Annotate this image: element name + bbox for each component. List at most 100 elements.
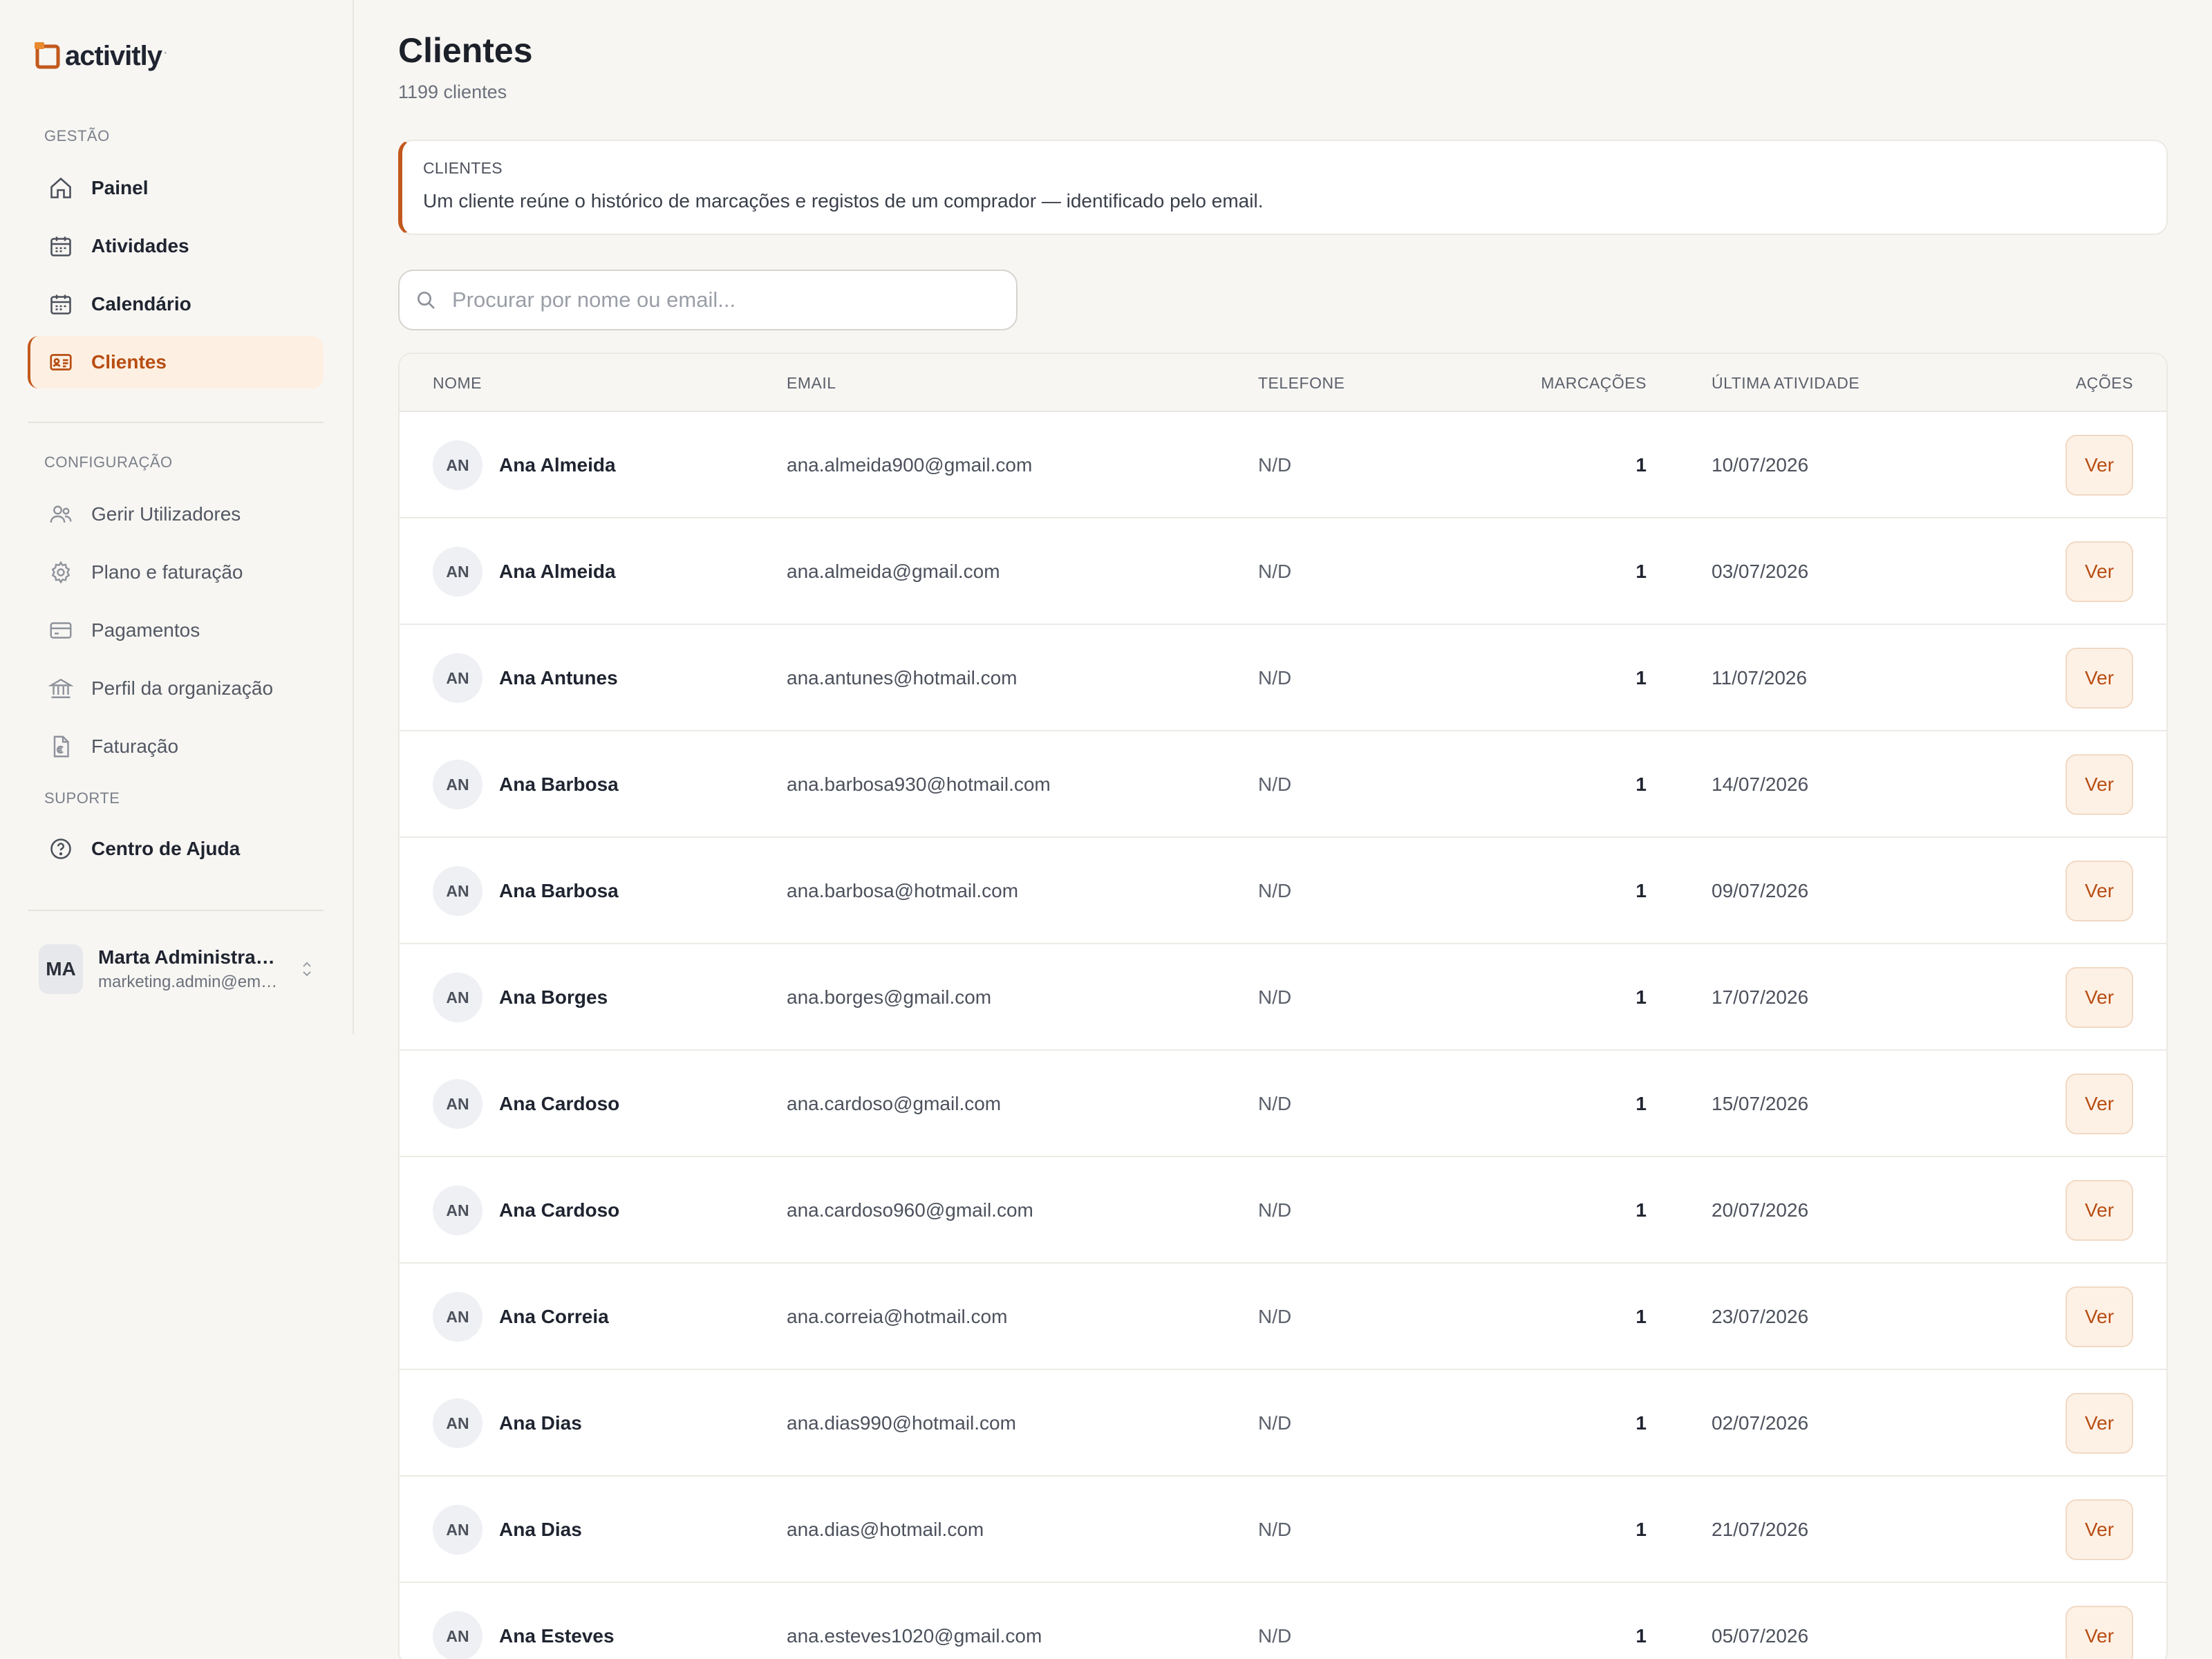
user-info: Marta Administradora marketing.admin@emp… — [98, 946, 278, 992]
actions-cell: Ver — [2065, 412, 2133, 518]
avatar: AN — [433, 760, 482, 809]
client-name: Ana Almeida — [499, 454, 616, 476]
id-card-icon — [47, 348, 75, 376]
search-input[interactable] — [452, 288, 1005, 312]
view-client-button[interactable]: Ver — [2065, 1499, 2133, 1560]
client-email: ana.cardoso@gmail.com — [787, 1093, 1002, 1114]
search-box[interactable] — [398, 270, 1018, 330]
client-last-activity: 05/07/2026 — [1712, 1625, 1809, 1647]
sidebar: activitly · GESTÃO Painel Atividades Cal… — [0, 0, 354, 1034]
brand-logo[interactable]: activitly · — [33, 39, 168, 73]
sidebar-item-label: Gerir Utilizadores — [91, 503, 241, 525]
view-client-button[interactable]: Ver — [2065, 1286, 2133, 1347]
calendar-icon — [47, 290, 75, 318]
sidebar-item-perfil-organizacao[interactable]: Perfil da organização — [28, 662, 324, 715]
client-phone: N/D — [1258, 561, 1292, 582]
table-row[interactable]: AN Ana Dias ana.dias990@hotmail.com N/D 1 02/… — [400, 1370, 2166, 1477]
table-row[interactable]: AN Ana Cardoso ana.cardoso@gmail.com N/D 1 15… — [400, 1051, 2166, 1157]
user-menu[interactable]: MA Marta Administradora marketing.admin@… — [39, 944, 315, 994]
client-email: ana.barbosa@hotmail.com — [787, 880, 1019, 901]
view-client-button[interactable]: Ver — [2065, 1074, 2133, 1134]
actions-cell: Ver — [2065, 625, 2133, 731]
client-name-cell: AN Ana Almeida — [433, 412, 616, 518]
column-header-phone[interactable]: TELEFONE — [1258, 354, 1344, 412]
view-client-button[interactable]: Ver — [2065, 1180, 2133, 1241]
client-bookings: 1 — [1635, 774, 1647, 795]
user-name: Marta Administradora — [98, 946, 278, 968]
client-name-cell: AN Ana Dias — [433, 1477, 582, 1583]
sidebar-item-pagamentos[interactable]: Pagamentos — [28, 604, 324, 657]
sidebar-item-atividades[interactable]: Atividades — [28, 220, 324, 272]
avatar: MA — [39, 944, 83, 994]
actions-cell: Ver — [2065, 838, 2133, 944]
client-phone: N/D — [1258, 774, 1292, 795]
view-client-button[interactable]: Ver — [2065, 967, 2133, 1028]
sidebar-item-calendario[interactable]: Calendário — [28, 278, 324, 330]
column-header-last-activity[interactable]: ÚLTIMA ATIVIDADE — [1712, 354, 1859, 412]
chevron-up-down-icon — [299, 958, 315, 980]
client-name: Ana Borges — [499, 986, 608, 1008]
sidebar-divider — [28, 422, 324, 423]
view-client-button[interactable]: Ver — [2065, 754, 2133, 815]
sidebar-item-label: Calendário — [91, 293, 191, 315]
table-row[interactable]: AN Ana Antunes ana.antunes@hotmail.com N/D 1… — [400, 625, 2166, 731]
logo-mark-icon — [33, 41, 61, 71]
table-row[interactable]: AN Ana Cardoso ana.cardoso960@gmail.com N/D… — [400, 1157, 2166, 1264]
client-bookings: 1 — [1635, 986, 1647, 1008]
sidebar-item-clientes[interactable]: Clientes — [28, 336, 324, 388]
actions-cell: Ver — [2065, 944, 2133, 1051]
view-client-button[interactable]: Ver — [2065, 861, 2133, 921]
client-name: Ana Barbosa — [499, 880, 619, 901]
brand-name: activitly — [65, 40, 162, 71]
page-title: Clientes — [398, 31, 533, 70]
home-icon — [47, 174, 75, 202]
sidebar-item-label: Centro de Ajuda — [91, 838, 241, 859]
client-phone: N/D — [1258, 880, 1292, 901]
client-last-activity: 10/07/2026 — [1712, 454, 1809, 476]
sidebar-item-faturacao[interactable]: Faturação — [28, 720, 324, 773]
table-row[interactable]: AN Ana Barbosa ana.barbosa@hotmail.com N/D 1… — [400, 838, 2166, 944]
sidebar-item-painel[interactable]: Painel — [28, 162, 324, 214]
table-row[interactable]: AN Ana Dias ana.dias@hotmail.com N/D 1 21/07/… — [400, 1477, 2166, 1583]
sidebar-item-plano-faturacao[interactable]: Plano e faturação — [28, 546, 324, 599]
client-email: ana.esteves1020@gmail.com — [787, 1625, 1042, 1647]
table-row[interactable]: AN Ana Correia ana.correia@hotmail.com N/D 1… — [400, 1264, 2166, 1370]
client-email: ana.cardoso960@gmail.com — [787, 1199, 1033, 1221]
column-header-email[interactable]: EMAIL — [787, 354, 836, 412]
view-client-button[interactable]: Ver — [2065, 541, 2133, 602]
table-row[interactable]: AN Ana Almeida ana.almeida@gmail.com N/D 1 03… — [400, 518, 2166, 625]
client-bookings: 1 — [1635, 561, 1647, 582]
brand-mark: · — [162, 44, 168, 60]
client-name-cell: AN Ana Correia — [433, 1264, 609, 1370]
client-name-cell: AN Ana Antunes — [433, 625, 618, 731]
table-row[interactable]: AN Ana Esteves ana.esteves1020@gmail.com N/… — [400, 1583, 2166, 1659]
actions-cell: Ver — [2065, 1264, 2133, 1370]
column-header-bookings[interactable]: MARCAÇÕES — [1541, 354, 1647, 412]
client-email: ana.dias@hotmail.com — [787, 1519, 984, 1540]
client-bookings: 1 — [1635, 1625, 1647, 1647]
sidebar-item-gerir-utilizadores[interactable]: Gerir Utilizadores — [28, 488, 324, 541]
calendar-icon — [47, 232, 75, 260]
column-header-name[interactable]: NOME — [433, 354, 482, 412]
sidebar-item-label: Plano e faturação — [91, 561, 243, 583]
avatar: AN — [433, 1079, 482, 1129]
table-row[interactable]: AN Ana Almeida ana.almeida900@gmail.com N/D… — [400, 412, 2166, 518]
view-client-button[interactable]: Ver — [2065, 1393, 2133, 1454]
client-email: ana.almeida@gmail.com — [787, 561, 1000, 582]
client-phone: N/D — [1258, 1519, 1292, 1540]
view-client-button[interactable]: Ver — [2065, 435, 2133, 496]
sidebar-divider — [28, 910, 324, 911]
client-bookings: 1 — [1635, 1519, 1647, 1540]
avatar: AN — [433, 440, 482, 490]
table-row[interactable]: AN Ana Borges ana.borges@gmail.com N/D 1 17/0… — [400, 944, 2166, 1051]
sidebar-item-label: Pagamentos — [91, 619, 200, 641]
client-last-activity: 21/07/2026 — [1712, 1519, 1809, 1540]
table-row[interactable]: AN Ana Barbosa ana.barbosa930@hotmail.com N… — [400, 731, 2166, 838]
sidebar-item-centro-ajuda[interactable]: Centro de Ajuda — [28, 823, 324, 875]
info-text: Um cliente reúne o histórico de marcaçõe… — [423, 190, 1264, 212]
view-client-button[interactable]: Ver — [2065, 1606, 2133, 1659]
client-phone: N/D — [1258, 1625, 1292, 1647]
client-name: Ana Dias — [499, 1412, 582, 1434]
client-bookings: 1 — [1635, 667, 1647, 688]
view-client-button[interactable]: Ver — [2065, 648, 2133, 709]
